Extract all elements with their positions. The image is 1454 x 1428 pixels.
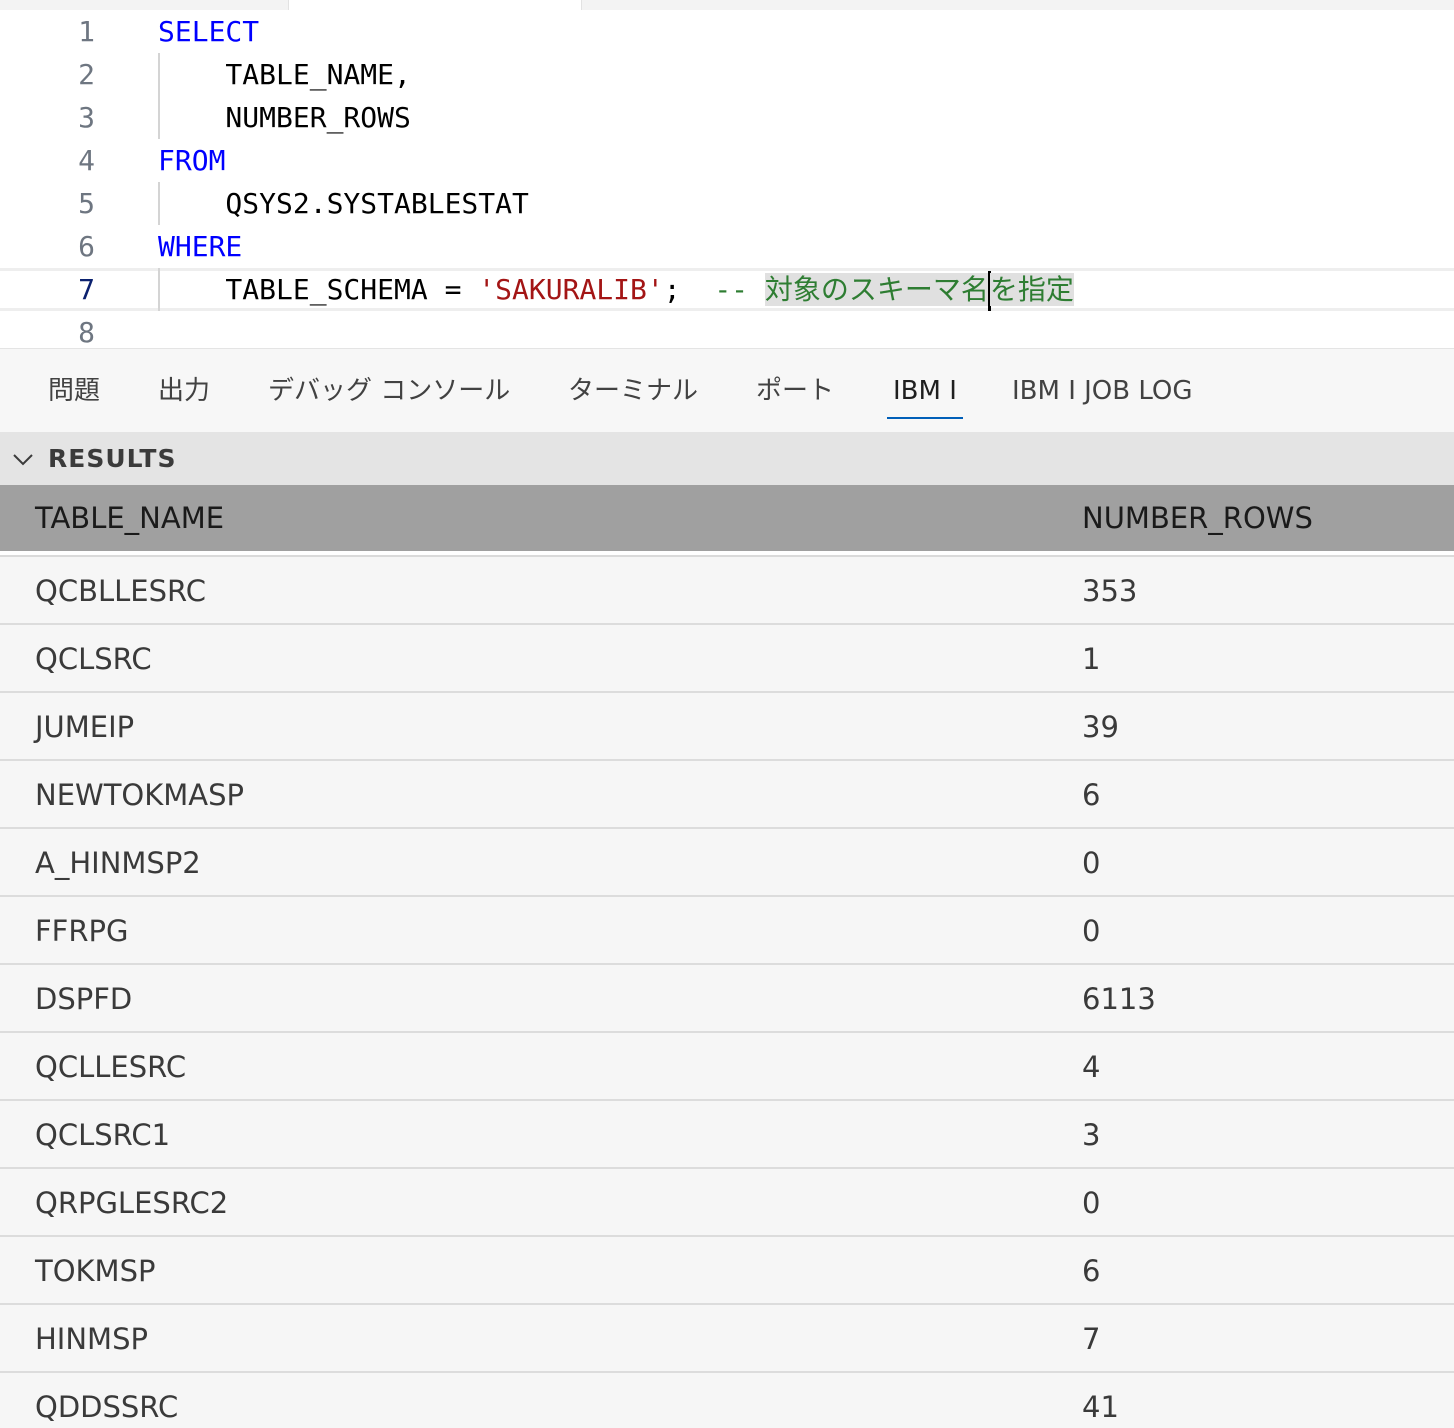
code-token: FROM xyxy=(158,144,226,177)
table-row[interactable]: QCLSRC 1 xyxy=(0,625,1454,693)
cell-number-rows: 3 xyxy=(1082,1118,1101,1152)
line-number: 8 xyxy=(78,316,95,348)
cell-number-rows: 353 xyxy=(1082,574,1138,608)
cell-number-rows: 39 xyxy=(1082,710,1119,744)
code-line[interactable]: 7 TABLE_SCHEMA = 'SAKURALIB'; -- 対象のスキーマ… xyxy=(0,268,1454,311)
table-row[interactable]: QCLSRC1 3 xyxy=(0,1101,1454,1169)
code-token: WHERE xyxy=(158,230,243,263)
cell-table-name: JUMEIP xyxy=(35,710,135,744)
table-row[interactable]: QCBLLESRC 353 xyxy=(0,557,1454,625)
results-table-body[interactable]: QCBLLESRC 353 QCLSRC 1 JUMEIP 39 NEWTOKMASP 6 A_… xyxy=(0,555,1454,1428)
sql-editor[interactable]: 1 SELECT 2 TABLE_NAME, 3 NUMBER_ROWS 4 FROM 5 … xyxy=(0,0,1454,348)
code-text: TABLE_NAME, xyxy=(158,53,411,96)
code-line[interactable]: 6 WHERE xyxy=(0,225,1454,268)
table-row[interactable]: JUMEIP 39 xyxy=(0,693,1454,761)
cell-number-rows: 0 xyxy=(1082,914,1101,948)
cell-table-name: TOKMSP xyxy=(35,1254,156,1288)
code-line[interactable]: 4 FROM xyxy=(0,139,1454,182)
chevron-down-icon[interactable] xyxy=(12,448,34,470)
cell-number-rows: 0 xyxy=(1082,1186,1101,1220)
table-row[interactable]: NEWTOKMASP 6 xyxy=(0,761,1454,829)
indent-guide xyxy=(158,268,160,311)
panel-tab-bar: 問題 出力 デバッグ コンソール ターミナル ポート IBM I IBM I J… xyxy=(0,348,1454,432)
code-text: SELECT xyxy=(158,10,259,53)
editor-tab[interactable] xyxy=(288,0,582,10)
cell-table-name: QCBLLESRC xyxy=(35,574,206,608)
tab-ibm-i[interactable]: IBM I xyxy=(887,349,963,433)
results-table-header: TABLE_NAME NUMBER_ROWS xyxy=(0,485,1454,551)
code-line[interactable]: 3 NUMBER_ROWS xyxy=(0,96,1454,139)
tab-terminal[interactable]: ターミナル xyxy=(568,349,698,433)
code-line[interactable]: 2 TABLE_NAME, xyxy=(0,53,1454,96)
line-number: 4 xyxy=(78,144,95,177)
tab-ibm-i-job-log[interactable]: IBM I JOB LOG xyxy=(1012,349,1193,433)
cell-table-name: QCLSRC1 xyxy=(35,1118,171,1152)
cell-table-name: NEWTOKMASP xyxy=(35,778,245,812)
code-token: SELECT xyxy=(158,15,260,48)
column-header-table-name[interactable]: TABLE_NAME xyxy=(35,485,224,551)
cell-table-name: HINMSP xyxy=(35,1322,148,1356)
table-row[interactable]: QRPGLESRC2 0 xyxy=(0,1169,1454,1237)
cell-table-name: QDDSSRC xyxy=(35,1390,179,1424)
code-token: TABLE_NAME, xyxy=(158,58,411,91)
line-number: 1 xyxy=(78,15,95,48)
code-line[interactable]: 5 QSYS2.SYSTABLESTAT xyxy=(0,182,1454,225)
results-title: RESULTS xyxy=(48,444,177,473)
table-row[interactable]: QDDSSRC 41 xyxy=(0,1373,1454,1428)
cell-number-rows: 41 xyxy=(1082,1390,1119,1424)
column-header-number-rows[interactable]: NUMBER_ROWS xyxy=(1082,485,1313,551)
cell-table-name: FFRPG xyxy=(35,914,129,948)
cell-table-name: QCLSRC xyxy=(35,642,152,676)
tab-problems[interactable]: 問題 xyxy=(48,349,100,433)
table-row[interactable]: HINMSP 7 xyxy=(0,1305,1454,1373)
cell-number-rows: 6 xyxy=(1082,778,1101,812)
cell-number-rows: 6 xyxy=(1082,1254,1101,1288)
table-row[interactable]: DSPFD 6113 xyxy=(0,965,1454,1033)
cell-number-rows: 0 xyxy=(1082,846,1101,880)
indent-guide xyxy=(158,182,160,225)
cell-number-rows: 1 xyxy=(1082,642,1101,676)
code-token: 'SAKURALIB' xyxy=(478,273,664,306)
table-row[interactable]: FFRPG 0 xyxy=(0,897,1454,965)
tab-ports[interactable]: ポート xyxy=(756,349,834,433)
code-token: TABLE_SCHEMA = xyxy=(158,273,479,306)
tab-debug-console[interactable]: デバッグ コンソール xyxy=(268,349,510,433)
code-token: -- xyxy=(714,273,765,306)
code-text: WHERE xyxy=(158,225,242,268)
cell-table-name: QRPGLESRC2 xyxy=(35,1186,229,1220)
cell-table-name: A_HINMSP2 xyxy=(35,846,201,880)
table-row[interactable]: QCLLESRC 4 xyxy=(0,1033,1454,1101)
code-token: NUMBER_ROWS xyxy=(158,101,411,134)
code-text: NUMBER_ROWS xyxy=(158,96,411,139)
code-token: を指定 xyxy=(989,273,1074,306)
code-token: QSYS2.SYSTABLESTAT xyxy=(158,187,529,220)
indent-guide xyxy=(158,53,160,139)
code-token: ; xyxy=(663,273,715,306)
cell-table-name: QCLLESRC xyxy=(35,1050,187,1084)
line-number: 7 xyxy=(78,273,95,306)
code-token: 対象のスキーマ名 xyxy=(764,273,989,306)
cell-number-rows: 4 xyxy=(1082,1050,1101,1084)
editor-tab-strip xyxy=(0,0,1454,10)
cell-number-rows: 6113 xyxy=(1082,982,1156,1016)
tab-output[interactable]: 出力 xyxy=(158,349,210,433)
cell-number-rows: 7 xyxy=(1082,1322,1101,1356)
line-number: 3 xyxy=(78,101,95,134)
code-text: TABLE_SCHEMA = 'SAKURALIB'; -- 対象のスキーマ名を… xyxy=(158,271,1074,311)
table-row[interactable]: A_HINMSP2 0 xyxy=(0,829,1454,897)
line-number: 6 xyxy=(78,230,95,263)
line-number: 2 xyxy=(78,58,95,91)
table-row[interactable]: TOKMSP 6 xyxy=(0,1237,1454,1305)
code-text: QSYS2.SYSTABLESTAT xyxy=(158,182,529,225)
code-line[interactable]: 8 xyxy=(0,311,1454,348)
cell-table-name: DSPFD xyxy=(35,982,133,1016)
results-section-header[interactable]: RESULTS xyxy=(0,432,1454,485)
line-number: 5 xyxy=(78,187,95,220)
code-line[interactable]: 1 SELECT xyxy=(0,10,1454,53)
code-text: FROM xyxy=(158,139,225,182)
